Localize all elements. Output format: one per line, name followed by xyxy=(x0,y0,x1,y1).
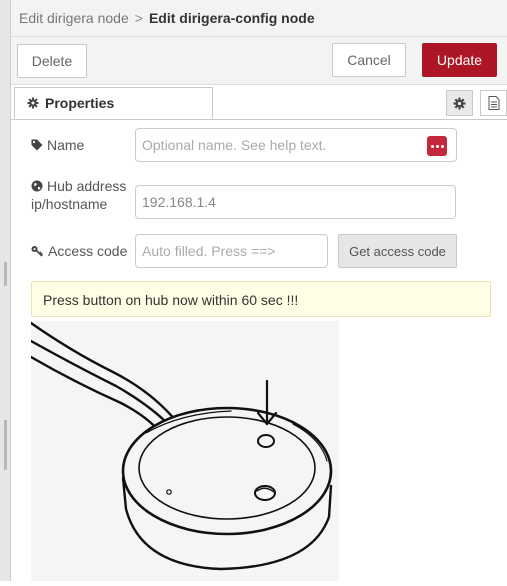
edit-tray: Edit dirigera node > Edit dirigera-config … xyxy=(11,0,507,581)
tab-bar: Properties xyxy=(11,85,507,120)
gear-icon xyxy=(27,97,39,109)
name-input-placeholder: Optional name. See help text. xyxy=(142,137,327,153)
gear-icon xyxy=(453,97,466,109)
hub-address-label: Hub address ip/hostname xyxy=(31,178,127,212)
access-code-input[interactable]: Auto filled. Press ==> xyxy=(135,234,328,268)
breadcrumb-current: Edit dirigera-config node xyxy=(148,10,315,26)
key-icon xyxy=(31,246,44,257)
tray-toolbar: Delete Cancel Update xyxy=(11,37,507,85)
tab-properties[interactable]: Properties xyxy=(14,87,213,119)
breadcrumb-parent[interactable]: Edit dirigera node xyxy=(19,10,129,26)
edge-marker xyxy=(4,262,7,286)
hub-address-input[interactable]: 192.168.1.4 xyxy=(135,185,456,219)
access-code-placeholder: Auto filled. Press ==> xyxy=(142,243,276,259)
hub-address-value: 192.168.1.4 xyxy=(142,194,216,210)
description-icon xyxy=(488,96,499,110)
cancel-button[interactable]: Cancel xyxy=(332,43,406,77)
notice-message: Press button on hub now within 60 sec !!… xyxy=(31,281,491,317)
tab-settings[interactable] xyxy=(446,90,473,116)
get-access-code-button[interactable]: Get access code xyxy=(338,234,457,268)
update-button[interactable]: Update xyxy=(422,43,497,77)
globe-icon xyxy=(31,180,43,192)
tray-header: Edit dirigera node > Edit dirigera-config … xyxy=(11,0,507,37)
breadcrumb-separator: > xyxy=(134,10,143,26)
delete-button[interactable]: Delete xyxy=(17,44,87,78)
breadcrumb: Edit dirigera node > Edit dirigera-config … xyxy=(19,10,315,26)
typed-input-menu-button[interactable] xyxy=(427,136,447,156)
tab-properties-label: Properties xyxy=(45,95,115,111)
tab-description[interactable] xyxy=(480,90,507,116)
hub-illustration xyxy=(29,321,339,581)
name-label: Name xyxy=(31,136,84,154)
edge-marker xyxy=(4,420,7,470)
editor-left-edge xyxy=(0,0,11,581)
name-input[interactable]: Optional name. See help text. xyxy=(135,128,457,162)
access-code-label: Access code xyxy=(31,242,127,260)
tag-icon xyxy=(31,139,43,151)
notice-text: Press button on hub now within 60 sec !!… xyxy=(43,292,299,308)
